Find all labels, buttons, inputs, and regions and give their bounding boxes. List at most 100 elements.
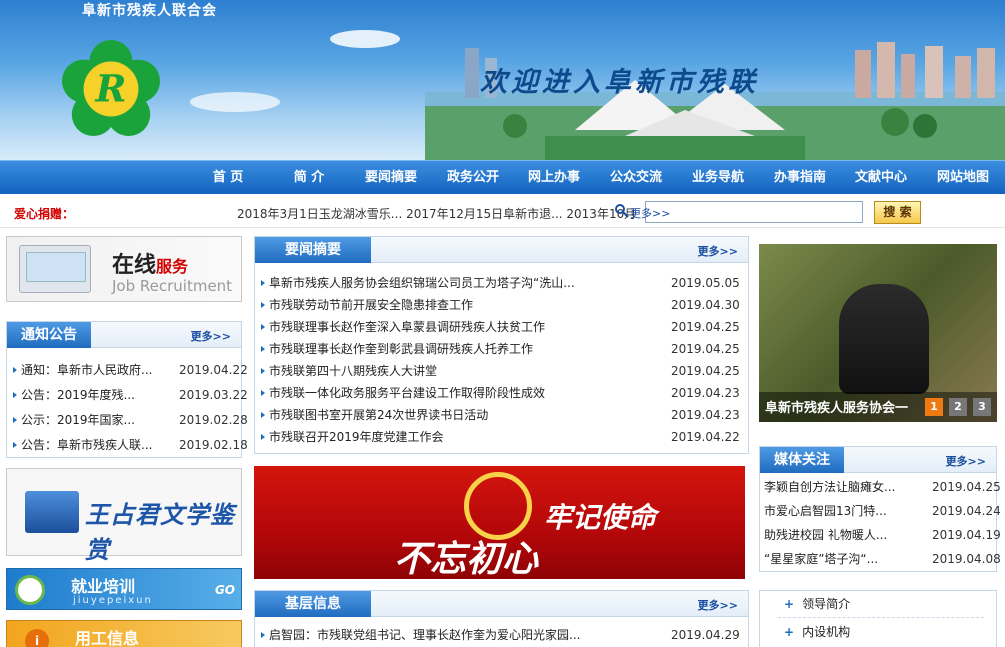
news-item[interactable]: 市残联理事长赵作奎到彰武县调研残疾人托养工作 2019.04.25	[255, 337, 748, 361]
bullet-icon	[261, 390, 265, 396]
news-item[interactable]: 市残联劳动节前开展安全隐患排查工作 2019.04.30	[255, 293, 748, 317]
media-panel: 媒体关注 更多>> 李颖自创方法让脑瘫女... 2019.04.25 市爱心启智…	[759, 446, 1001, 572]
bullet-icon	[261, 280, 265, 286]
media-panel-header: 媒体关注 更多>>	[760, 447, 996, 473]
search-more-link[interactable]: 更多>>	[630, 205, 670, 221]
slogan-line-1: 牢记使命	[544, 501, 657, 534]
nav-business-guide[interactable]: 业务导航	[684, 161, 752, 195]
grassroots-item[interactable]: 启智园：市残联党组书记、理事长赵作奎为爱心阳光家园... 2019.04.29	[255, 623, 748, 647]
party-slogan-banner[interactable]: 牢记使命 不忘初心	[254, 466, 745, 579]
news-item-text: 市残联召开2019年度党建工作会	[269, 430, 444, 444]
bullet-icon	[13, 367, 17, 373]
notice-item[interactable]: 公告：2019年度残... 2019.03.22	[7, 383, 248, 407]
news-item[interactable]: 市残联理事长赵作奎深入阜蒙县调研残疾人扶贫工作 2019.04.25	[255, 315, 748, 339]
notice-item[interactable]: 公示：2019年国家... 2019.02.28	[7, 408, 248, 432]
media-item-text: “星星家庭”塔子沟“...	[764, 552, 879, 566]
grassroots-more-link[interactable]: 更多>>	[698, 597, 738, 613]
news-item[interactable]: 市残联第四十八期残疾人大讲堂 2019.04.25	[255, 359, 748, 383]
bullet-icon	[261, 324, 265, 330]
online-label: 在线	[112, 253, 157, 278]
news-item-date: 2019.05.05	[671, 276, 740, 290]
online-service-title: 在线服务	[112, 247, 188, 279]
slogan-line-2: 不忘初心	[394, 538, 539, 579]
nav-site-map[interactable]: 网站地图	[929, 161, 997, 195]
news-item-date: 2019.04.30	[671, 298, 740, 312]
online-service-banner[interactable]: 在线服务 Job Recruitment	[6, 236, 242, 302]
nav-public-exchange[interactable]: 公众交流	[602, 161, 670, 195]
literature-banner-text: 王占君文学鉴赏	[85, 500, 235, 564]
leadership-intro-link[interactable]: + 领导简介	[784, 591, 850, 617]
media-item[interactable]: “星星家庭”塔子沟“... 2019.04.08	[760, 547, 1001, 571]
grassroots-item-date: 2019.04.29	[671, 628, 740, 642]
search-input[interactable]	[645, 201, 863, 223]
laptop-icon	[19, 245, 91, 293]
literature-appreciation-banner[interactable]: 王占君文学鉴赏	[6, 468, 242, 564]
bullet-icon	[261, 368, 265, 374]
plus-icon: +	[784, 625, 795, 639]
news-item[interactable]: 阜新市残疾人服务协会组织锦瑞公司员工为塔子沟“洗山... 2019.05.05	[255, 271, 748, 295]
media-title: 媒体关注	[760, 447, 844, 473]
news-item-text: 市残联理事长赵作奎深入阜蒙县调研残疾人扶贫工作	[269, 320, 546, 334]
job-training-icon	[15, 575, 45, 605]
notice-item-text: 公告：2019年度残...	[21, 388, 135, 402]
media-item-date: 2019.04.25	[932, 480, 1001, 494]
leadership-intro-label: 领导简介	[802, 597, 851, 611]
media-item[interactable]: 李颖自创方法让脑瘫女... 2019.04.25	[760, 475, 1001, 499]
slide-page-1[interactable]: 1	[925, 398, 943, 416]
slideshow-caption: 阜新市残疾人服务协会一	[765, 401, 909, 416]
news-panel: 要闻摘要 更多>> 阜新市残疾人服务协会组织锦瑞公司员工为塔子沟“洗山... 2…	[254, 236, 749, 454]
media-item[interactable]: 市爱心启智园13门特... 2019.04.24	[760, 499, 1001, 523]
news-item-date: 2019.04.22	[671, 430, 740, 444]
notice-item-text: 公告：阜新市残疾人联...	[21, 438, 153, 452]
news-item-text: 市残联一体化政务服务平台建设工作取得阶段性成效	[269, 386, 546, 400]
nav-document-center[interactable]: 文献中心	[847, 161, 915, 195]
notice-more-link[interactable]: 更多>>	[191, 328, 231, 344]
job-training-title: 就业培训	[71, 577, 136, 596]
media-item[interactable]: 助残进校园 礼物暖人... 2019.04.19	[760, 523, 1001, 547]
news-item[interactable]: 市残联召开2019年度党建工作会 2019.04.22	[255, 425, 748, 449]
news-item-date: 2019.04.25	[671, 342, 740, 356]
media-item-date: 2019.04.24	[932, 504, 1001, 518]
notice-item-date: 2019.03.22	[179, 388, 248, 402]
info-icon: i	[25, 629, 49, 647]
internal-departments-link[interactable]: + 内设机构	[784, 619, 850, 645]
search-icon	[615, 204, 629, 218]
notice-item[interactable]: 公告：阜新市残疾人联... 2019.02.18	[7, 433, 248, 457]
news-item[interactable]: 市残联一体化政务服务平台建设工作取得阶段性成效 2019.04.23	[255, 381, 748, 405]
divider	[778, 617, 984, 618]
grassroots-panel-header: 基层信息 更多>>	[255, 591, 748, 617]
internal-departments-label: 内设机构	[802, 625, 851, 639]
bullet-icon	[261, 412, 265, 418]
notice-item-date: 2019.02.18	[179, 438, 248, 452]
notice-item[interactable]: 通知：阜新市人民政府... 2019.04.22	[7, 358, 248, 382]
quick-links-panel: + 领导简介 + 内设机构	[759, 590, 997, 647]
news-item-date: 2019.04.25	[671, 320, 740, 334]
federation-logo-icon[interactable]: R	[62, 40, 160, 138]
photo-slideshow[interactable]: 阜新市残疾人服务协会一 1 2 3	[759, 244, 997, 422]
slide-page-2[interactable]: 2	[949, 398, 967, 416]
news-item-date: 2019.04.23	[671, 408, 740, 422]
nav-government-affairs[interactable]: 政务公开	[439, 161, 507, 195]
donation-marquee[interactable]: 2018年3月1日玉龙湖冰雪乐... 2017年12月15日阜新市退... 20…	[237, 205, 637, 221]
employment-info-title: 用工信息	[75, 629, 140, 647]
bullet-icon	[261, 434, 265, 440]
header-banner: 阜新市残疾人联合会 欢迎进入阜新市残联 R	[0, 0, 1005, 160]
news-more-link[interactable]: 更多>>	[698, 243, 738, 259]
logo-letter: R	[95, 67, 127, 111]
bullet-icon	[261, 632, 265, 638]
nav-news-digest[interactable]: 要闻摘要	[357, 161, 425, 195]
media-item-text: 助残进校园 礼物暖人...	[764, 528, 888, 542]
job-training-banner[interactable]: 就业培训 jiuyepeixun GO	[6, 568, 242, 610]
slide-page-3[interactable]: 3	[973, 398, 991, 416]
media-more-link[interactable]: 更多>>	[946, 453, 986, 469]
nav-service-guide[interactable]: 办事指南	[766, 161, 834, 195]
nav-home[interactable]: 首 页	[198, 161, 258, 195]
employment-info-banner[interactable]: i 用工信息	[6, 620, 242, 647]
notice-item-text: 公示：2019年国家...	[21, 413, 135, 427]
nav-online-services[interactable]: 网上办事	[520, 161, 588, 195]
news-item[interactable]: 市残联图书室开展第24次世界读书日活动 2019.04.23	[255, 403, 748, 427]
grassroots-title: 基层信息	[255, 591, 371, 617]
org-name: 阜新市残疾人联合会	[82, 3, 217, 19]
nav-intro[interactable]: 简 介	[279, 161, 339, 195]
search-button[interactable]: 搜 索	[874, 201, 921, 224]
